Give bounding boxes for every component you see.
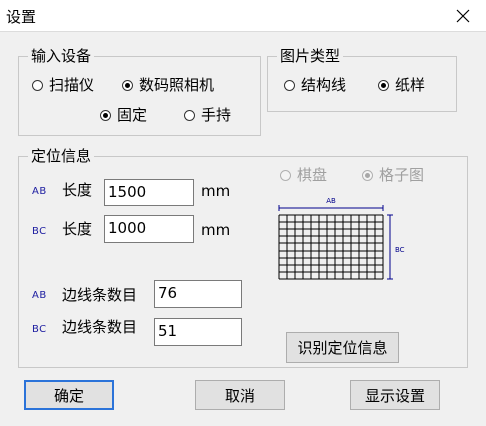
close-button[interactable] [440, 0, 486, 31]
ab-dimension-label: AB [326, 197, 336, 205]
close-icon [456, 9, 470, 22]
radio-fixed[interactable]: 固定 [100, 105, 147, 125]
radio-handheld-indicator [184, 109, 195, 121]
radio-chessboard[interactable]: 棋盘 [280, 165, 327, 185]
radio-scanner-label: 扫描仪 [49, 76, 95, 94]
radio-handheld-label: 手持 [201, 106, 232, 124]
radio-chessboard-indicator [280, 169, 291, 181]
grid-pattern-diagram: AB BC [272, 194, 412, 286]
radio-paper-pattern-indicator [378, 79, 389, 91]
ab-edge-tag: AB [32, 290, 47, 301]
ab-edge-count-input[interactable]: 76 [154, 280, 242, 308]
bc-edge-tag: BC [32, 324, 47, 335]
radio-scanner-indicator [32, 79, 43, 91]
radio-paper-pattern[interactable]: 纸样 [378, 75, 425, 95]
grid-diagram-svg: AB BC [278, 197, 405, 280]
grid-lines [278, 214, 384, 280]
bc-length-unit: mm [201, 221, 231, 239]
bc-edge-count-label: 边线条数目 [62, 318, 138, 336]
bc-length-label: 长度 [62, 220, 93, 238]
bc-length-input[interactable]: 1000 [104, 215, 194, 243]
ab-length-input[interactable]: 1500 [104, 179, 194, 206]
recognize-positioning-button[interactable]: 识别定位信息 [286, 332, 399, 363]
ab-length-unit: mm [201, 182, 231, 200]
radio-structure-line-label: 结构线 [301, 76, 347, 94]
radio-structure-line[interactable]: 结构线 [284, 75, 346, 95]
input-device-legend: 输入设备 [28, 46, 95, 66]
radio-paper-pattern-label: 纸样 [395, 76, 426, 94]
cancel-button[interactable]: 取消 [195, 380, 285, 410]
positioning-legend: 定位信息 [28, 146, 95, 166]
radio-digital-camera-label: 数码照相机 [139, 76, 215, 94]
bc-edge-count-input[interactable]: 51 [154, 318, 242, 346]
radio-digital-camera[interactable]: 数码照相机 [122, 75, 214, 95]
radio-fixed-indicator [100, 109, 111, 121]
ab-tag: AB [32, 186, 47, 197]
radio-structure-line-indicator [284, 79, 295, 91]
radio-grid-pattern-label: 格子图 [379, 166, 425, 184]
radio-scanner[interactable]: 扫描仪 [32, 75, 94, 95]
ok-button[interactable]: 确定 [24, 380, 114, 410]
ab-edge-count-label: 边线条数目 [62, 286, 138, 304]
radio-digital-camera-indicator [122, 79, 133, 91]
title-bar: 设置 [0, 0, 486, 32]
display-settings-button[interactable]: 显示设置 [350, 380, 440, 410]
radio-grid-pattern[interactable]: 格子图 [362, 165, 424, 185]
window-title: 设置 [6, 8, 37, 26]
radio-handheld[interactable]: 手持 [184, 105, 231, 125]
bc-tag: BC [32, 226, 47, 237]
ab-length-label: 长度 [62, 181, 93, 199]
bc-dimension-label: BC [395, 246, 405, 254]
radio-chessboard-label: 棋盘 [297, 166, 328, 184]
radio-grid-pattern-indicator [362, 169, 373, 181]
image-type-legend: 图片类型 [277, 46, 344, 66]
radio-fixed-label: 固定 [117, 106, 148, 124]
